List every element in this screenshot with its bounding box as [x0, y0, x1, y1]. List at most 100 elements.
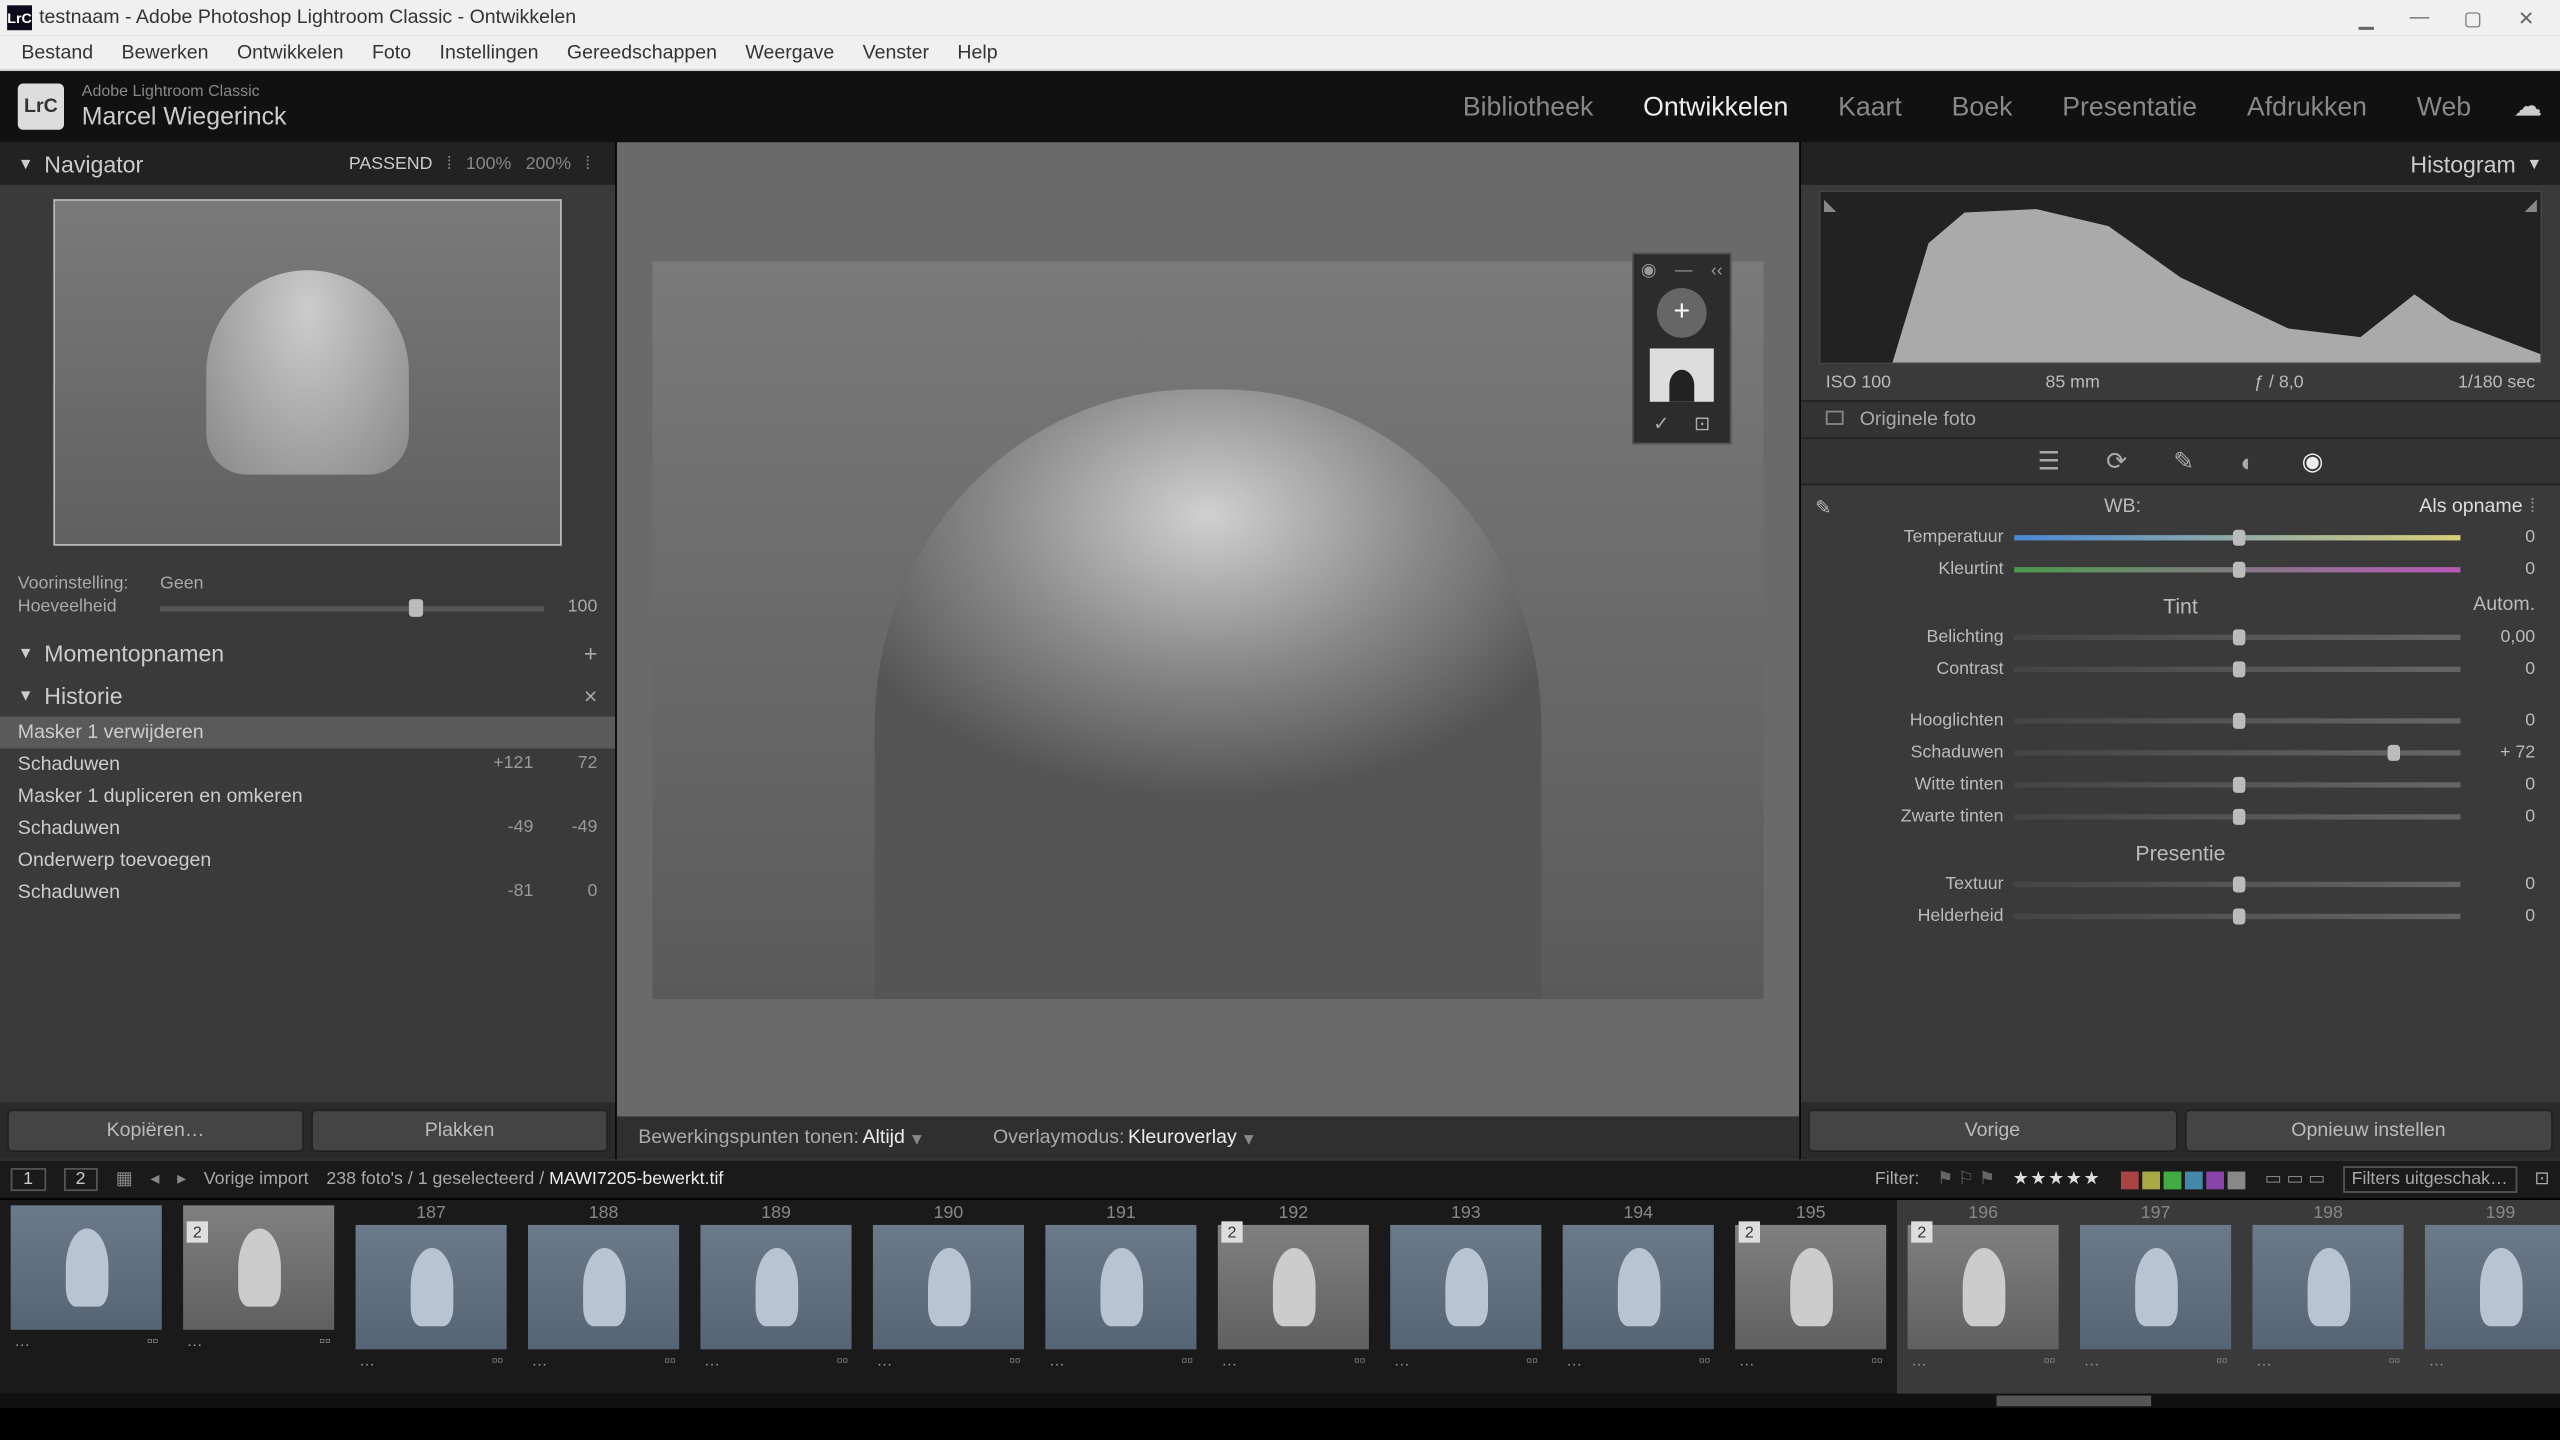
- slider-contrast[interactable]: Contrast0: [1826, 656, 2535, 683]
- module-ontwikkelen[interactable]: Ontwikkelen: [1618, 92, 1813, 122]
- menu-weergave[interactable]: Weergave: [731, 42, 848, 63]
- monitor-2-button[interactable]: 2: [63, 1168, 98, 1191]
- color-filter[interactable]: [2119, 1171, 2247, 1189]
- snapshots-header[interactable]: ▼ Momentopnamen +: [0, 631, 615, 674]
- slider-witte-tinten[interactable]: Witte tinten0: [1826, 772, 2535, 799]
- lock-filter-icon[interactable]: ⊡: [2534, 1170, 2549, 1190]
- filmstrip-cell[interactable]: 195…▫▫2: [1724, 1200, 1896, 1394]
- edit-points-select[interactable]: Altijd: [863, 1127, 905, 1148]
- navigator-preview[interactable]: [0, 185, 615, 560]
- grid-icon[interactable]: ▦: [116, 1170, 133, 1190]
- menu-help[interactable]: Help: [943, 42, 1012, 63]
- zoom-200[interactable]: 200%: [526, 154, 571, 174]
- menu-ontwikkelen[interactable]: Ontwikkelen: [223, 42, 358, 63]
- history-item[interactable]: Onderwerp toevoegen: [0, 844, 615, 876]
- source-label[interactable]: Vorige import: [204, 1170, 309, 1190]
- slider-zwarte-tinten[interactable]: Zwarte tinten0: [1826, 804, 2535, 831]
- menu-bewerken[interactable]: Bewerken: [107, 42, 222, 63]
- navigator-image[interactable]: [53, 199, 561, 546]
- crop-tool-icon[interactable]: ☰: [2038, 446, 2060, 476]
- module-afdrukken[interactable]: Afdrukken: [2222, 92, 2392, 122]
- eyedropper-icon[interactable]: ✎: [1815, 496, 1831, 519]
- slider-hooglichten[interactable]: Hooglichten0: [1826, 708, 2535, 735]
- module-presentatie[interactable]: Presentatie: [2037, 92, 2222, 122]
- histogram-header[interactable]: Histogram ▼: [1801, 142, 2560, 185]
- view-mode-icons[interactable]: ▭ ▭ ▭: [2265, 1170, 2325, 1190]
- menu-foto[interactable]: Foto: [358, 42, 426, 63]
- filmstrip-cell[interactable]: 193…▫▫: [1380, 1200, 1552, 1394]
- overlay-select[interactable]: Kleuroverlay: [1128, 1127, 1237, 1148]
- mask-options-icon[interactable]: ⊡: [1694, 412, 1710, 435]
- filmstrip-cell[interactable]: 187…▫▫: [345, 1200, 517, 1394]
- preset-value[interactable]: Geen: [160, 574, 204, 594]
- back-icon[interactable]: ◂: [150, 1170, 159, 1190]
- redeye-tool-icon[interactable]: ✎: [2173, 446, 2194, 476]
- filmstrip-cell[interactable]: 196…▫▫2: [1897, 1200, 2069, 1394]
- zoom-fit[interactable]: PASSEND: [349, 154, 433, 174]
- min-ribbon-button[interactable]: ▁: [2340, 6, 2393, 29]
- filmstrip-cell[interactable]: …▫▫: [0, 1200, 172, 1394]
- eye-icon[interactable]: ◉: [1641, 261, 1657, 281]
- star-filter[interactable]: ★★★★★: [2013, 1170, 2102, 1190]
- clear-history-button[interactable]: ×: [584, 682, 598, 709]
- filmstrip-cell[interactable]: 197…▫▫: [2069, 1200, 2241, 1394]
- filmstrip-cell[interactable]: 192…▫▫2: [1207, 1200, 1379, 1394]
- filmstrip-cell[interactable]: 199…▫▫: [2414, 1200, 2560, 1394]
- mask-thumb[interactable]: [1650, 348, 1714, 401]
- maximize-button[interactable]: ▢: [2446, 6, 2499, 29]
- radial-tool-icon[interactable]: ◉: [2302, 446, 2324, 476]
- reset-button[interactable]: Opnieuw instellen: [2184, 1109, 2553, 1152]
- slider-schaduwen[interactable]: Schaduwen+ 72: [1826, 740, 2535, 767]
- paste-button[interactable]: Plakken: [311, 1109, 608, 1152]
- menu-gereedschappen[interactable]: Gereedschappen: [553, 42, 732, 63]
- module-web[interactable]: Web: [2392, 92, 2496, 122]
- module-kaart[interactable]: Kaart: [1813, 92, 1927, 122]
- collapse-icon[interactable]: ‹‹: [1711, 261, 1723, 281]
- filters-dropdown[interactable]: Filters uitgeschak…: [2343, 1166, 2517, 1193]
- filmstrip-cell[interactable]: 198…▫▫: [2242, 1200, 2414, 1394]
- monitor-1-button[interactable]: 1: [11, 1168, 46, 1191]
- mask-tool-icon[interactable]: ◐: [2240, 447, 2255, 475]
- histogram-graph[interactable]: ◣ ◢: [1819, 190, 2543, 364]
- flag-filter-icon[interactable]: ⚑ ⚐ ⚑: [1937, 1170, 1995, 1190]
- history-header[interactable]: ▼ Historie ×: [0, 674, 615, 717]
- cloud-sync-icon[interactable]: ☁: [2514, 89, 2542, 125]
- copy-button[interactable]: Kopiëren…: [7, 1109, 304, 1152]
- history-item[interactable]: Schaduwen+12172: [0, 748, 615, 780]
- filmstrip[interactable]: …▫▫…▫▫2187…▫▫188…▫▫189…▫▫190…▫▫191…▫▫192…: [0, 1198, 2560, 1394]
- wb-value[interactable]: Als opname: [2419, 496, 2522, 517]
- slider-belichting[interactable]: Belichting0,00: [1826, 624, 2535, 651]
- minimize-button[interactable]: —: [2393, 7, 2446, 28]
- navigator-header[interactable]: ▼ Navigator PASSEND⁞ 100% 200%⁞: [0, 142, 615, 185]
- close-button[interactable]: ✕: [2500, 6, 2553, 29]
- history-item[interactable]: Schaduwen-49-49: [0, 812, 615, 844]
- check-icon[interactable]: ✓: [1653, 412, 1669, 435]
- filmstrip-cell[interactable]: 191…▫▫: [1035, 1200, 1207, 1394]
- menu-instellingen[interactable]: Instellingen: [425, 42, 552, 63]
- slider-temperatuur[interactable]: Temperatuur0: [1826, 524, 2535, 551]
- module-boek[interactable]: Boek: [1927, 92, 2038, 122]
- previous-button[interactable]: Vorige: [1808, 1109, 2177, 1152]
- amount-slider[interactable]: [160, 606, 544, 611]
- history-item[interactable]: Masker 1 verwijderen: [0, 716, 615, 748]
- slider-kleurtint[interactable]: Kleurtint0: [1826, 556, 2535, 583]
- zoom-100[interactable]: 100%: [466, 154, 511, 174]
- module-bibliotheek[interactable]: Bibliotheek: [1438, 92, 1618, 122]
- menu-venster[interactable]: Venster: [848, 42, 943, 63]
- original-photo-toggle[interactable]: Originele foto: [1801, 400, 2560, 439]
- add-snapshot-button[interactable]: +: [584, 639, 598, 666]
- filmstrip-cell[interactable]: 194…▫▫: [1552, 1200, 1724, 1394]
- main-photo[interactable]: [652, 260, 1763, 998]
- menu-bestand[interactable]: Bestand: [7, 42, 107, 63]
- spot-tool-icon[interactable]: ⟳: [2106, 446, 2127, 476]
- slider-textuur[interactable]: Textuur0: [1826, 871, 2535, 898]
- filmstrip-scrollbar[interactable]: [0, 1394, 2560, 1408]
- mask-panel[interactable]: ◉—‹‹ + ✓⊡: [1632, 252, 1732, 444]
- auto-button[interactable]: Autom.: [2473, 594, 2535, 615]
- history-item[interactable]: Schaduwen-810: [0, 876, 615, 908]
- forward-icon[interactable]: ▸: [177, 1170, 186, 1190]
- filmstrip-cell[interactable]: …▫▫2: [172, 1200, 344, 1394]
- history-item[interactable]: Masker 1 dupliceren en omkeren: [0, 780, 615, 812]
- filmstrip-cell[interactable]: 188…▫▫: [517, 1200, 689, 1394]
- slider-helderheid[interactable]: Helderheid0: [1826, 903, 2535, 930]
